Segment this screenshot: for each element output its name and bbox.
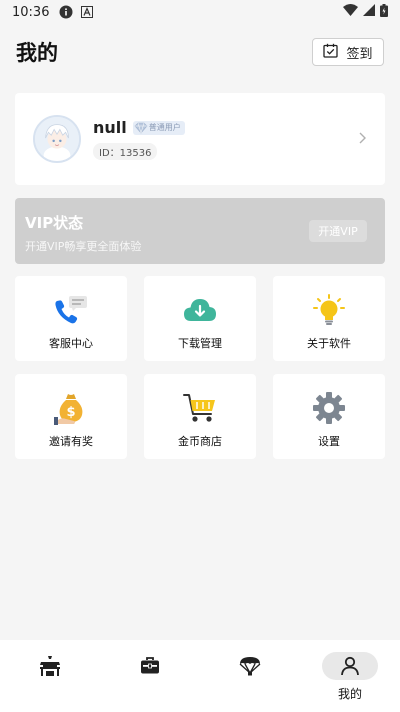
signal-icon (363, 4, 375, 20)
status-bar: 10:36 (0, 0, 400, 24)
lightbulb-icon (312, 294, 346, 326)
a-icon (81, 6, 94, 18)
nav-label-mine: 我的 (337, 687, 362, 701)
grid-item-label: 设置 (318, 435, 340, 448)
grid-item-coin-store[interactable]: 金币商店 (144, 374, 256, 459)
user-level-badge: 普通用户 (132, 120, 185, 135)
profile-card[interactable]: null 普通用户 ID：13536 (15, 93, 385, 185)
chevron-right-icon[interactable] (357, 130, 367, 149)
grid-item-label: 下载管理 (178, 337, 222, 350)
money-bag-icon: $ (54, 392, 88, 425)
bottom-nav: 我的 (0, 640, 400, 712)
grid-item-label: 邀请有奖 (49, 435, 93, 448)
svg-text:$: $ (66, 405, 75, 420)
info-icon (59, 5, 73, 19)
grid-item-download-manager[interactable]: 下载管理 (144, 276, 256, 361)
calendar-check-icon (323, 43, 339, 62)
profile-info: null 普通用户 ID：13536 (93, 118, 185, 160)
grid-item-label: 金币商店 (178, 435, 222, 448)
nav-item-mine[interactable]: 我的 (300, 640, 400, 712)
signin-label: 签到 (346, 46, 373, 62)
gear-icon (312, 392, 346, 424)
username: null (93, 118, 127, 137)
open-vip-button[interactable]: 开通VIP (309, 220, 367, 242)
signin-button[interactable]: 签到 (312, 38, 384, 66)
vip-card[interactable]: VIP状态 开通VIP畅享更全面体验 开通VIP (15, 198, 385, 264)
diamond-icon (133, 121, 149, 135)
grid-item-customer-service[interactable]: 客服中心 (15, 276, 127, 361)
grid-item-label: 客服中心 (49, 337, 93, 350)
page-header: 我的 签到 (0, 28, 400, 76)
stall-icon (22, 652, 78, 680)
avatar[interactable] (33, 115, 81, 163)
grid-item-label: 关于软件 (307, 337, 351, 350)
briefcase-icon (122, 652, 178, 680)
nav-item-briefcase[interactable] (100, 640, 200, 712)
parachute-icon (222, 652, 278, 680)
person-icon (322, 652, 378, 680)
user-badge-label: 普通用户 (148, 123, 181, 132)
phone-chat-icon (54, 294, 88, 326)
shopping-cart-icon (183, 392, 217, 424)
page-title: 我的 (16, 41, 58, 65)
name-row: null 普通用户 (93, 118, 185, 137)
battery-icon (380, 3, 388, 21)
status-time: 10:36 (12, 4, 50, 20)
nav-item-parachute[interactable] (200, 640, 300, 712)
grid-item-invite-rewards[interactable]: $ 邀请有奖 (15, 374, 127, 459)
wifi-icon (343, 4, 358, 20)
cloud-download-icon (183, 294, 217, 326)
user-id: ID：13536 (93, 143, 158, 160)
grid-item-settings[interactable]: 设置 (273, 374, 385, 459)
nav-item-stall[interactable] (0, 640, 100, 712)
grid-item-about[interactable]: 关于软件 (273, 276, 385, 361)
